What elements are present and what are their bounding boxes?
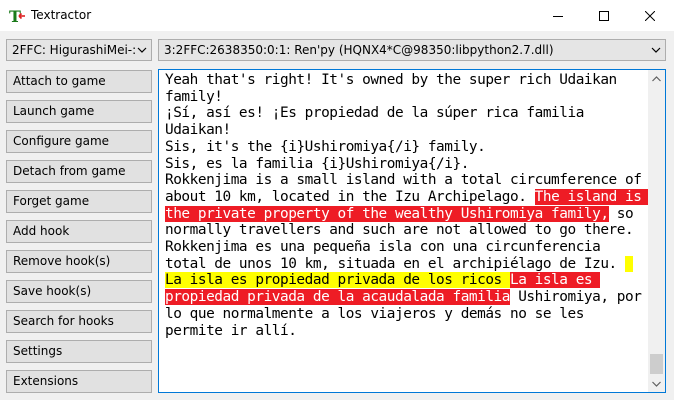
close-button[interactable] bbox=[627, 0, 673, 31]
minimize-icon bbox=[553, 15, 563, 17]
chevron-down-icon bbox=[652, 381, 661, 387]
text-segment: Yeah that's right! It's owned by the sup… bbox=[165, 72, 642, 205]
save-hooks-button[interactable]: Save hook(s) bbox=[6, 280, 152, 303]
minimize-button[interactable] bbox=[535, 0, 581, 31]
extensions-button[interactable]: Extensions bbox=[6, 370, 152, 393]
process-select-value: 2FFC: HigurashiMei-: bbox=[12, 43, 137, 57]
scroll-down-button[interactable] bbox=[648, 375, 665, 392]
attach-to-game-button[interactable]: Attach to game bbox=[6, 70, 152, 93]
text-output[interactable]: Yeah that's right! It's owned by the sup… bbox=[158, 69, 666, 393]
maximize-button[interactable] bbox=[581, 0, 627, 31]
search-for-hooks-button[interactable]: Search for hooks bbox=[6, 310, 152, 333]
textractor-t-icon: T bbox=[9, 7, 25, 25]
close-icon bbox=[645, 10, 655, 21]
hook-select[interactable]: 3:2FFC:2638350:0:1: Ren'py (HQNX4*C@9835… bbox=[158, 39, 666, 61]
settings-button[interactable]: Settings bbox=[6, 340, 152, 363]
maximize-icon bbox=[599, 10, 609, 21]
scroll-up-button[interactable] bbox=[648, 70, 665, 87]
process-select[interactable]: 2FFC: HigurashiMei-: bbox=[6, 39, 152, 61]
forget-game-button[interactable]: Forget game bbox=[6, 190, 152, 213]
chevron-down-icon bbox=[651, 47, 661, 53]
chevron-down-icon bbox=[137, 47, 147, 53]
launch-game-button[interactable]: Launch game bbox=[6, 100, 152, 123]
remove-hooks-button[interactable]: Remove hook(s) bbox=[6, 250, 152, 273]
scroll-thumb[interactable] bbox=[650, 354, 663, 374]
detach-from-game-button[interactable]: Detach from game bbox=[6, 160, 152, 183]
chevron-up-icon bbox=[652, 75, 661, 81]
hook-select-value: 3:2FFC:2638350:0:1: Ren'py (HQNX4*C@9835… bbox=[164, 43, 554, 57]
text-output-content: Yeah that's right! It's owned by the sup… bbox=[165, 72, 650, 339]
window-title: Textractor bbox=[31, 8, 92, 22]
vertical-scrollbar[interactable] bbox=[648, 70, 665, 392]
title-bar[interactable]: T Textractor bbox=[0, 0, 674, 32]
add-hook-button[interactable]: Add hook bbox=[6, 220, 152, 243]
configure-game-button[interactable]: Configure game bbox=[6, 130, 152, 153]
